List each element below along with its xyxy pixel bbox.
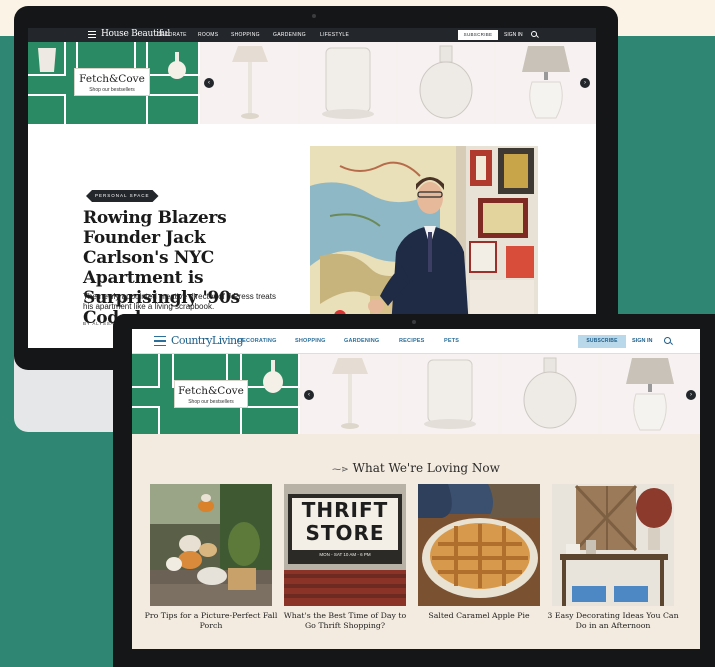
hamburger-menu-icon[interactable] xyxy=(154,336,166,346)
cl-nav-decorating[interactable]: DECORATING xyxy=(238,338,277,344)
country-living-page: CountryLiving DECORATING SHOPPING GARDEN… xyxy=(132,329,700,649)
cl-nav-pets[interactable]: PETS xyxy=(444,338,459,344)
hb-sign-in-link[interactable]: SIGN IN xyxy=(504,32,523,38)
search-icon[interactable] xyxy=(531,31,537,37)
story-card-title[interactable]: Salted Caramel Apple Pie xyxy=(412,611,546,621)
hamburger-menu-icon[interactable] xyxy=(88,31,96,38)
hb-ad-banner[interactable]: Fetch&Cove Shop our bestsellers ‹ › xyxy=(28,42,596,124)
cl-ad-banner[interactable]: Fetch&Cove Shop our bestsellers ‹ › xyxy=(132,354,700,434)
cl-top-nav: CountryLiving DECORATING SHOPPING GARDEN… xyxy=(132,329,700,354)
search-icon[interactable] xyxy=(664,337,671,344)
article-tag[interactable]: PERSONAL SPACE xyxy=(86,190,159,202)
ad-lamp-icon xyxy=(168,52,186,79)
cl-sign-in-link[interactable]: SIGN IN xyxy=(632,338,652,344)
thrift-sign-line2: STORE xyxy=(305,521,385,545)
story-card-title[interactable]: 3 Easy Decorating Ideas You Can Do in an… xyxy=(546,611,680,631)
laptop-camera xyxy=(412,320,416,324)
ad-brand-name: Fetch&Cove xyxy=(79,73,145,85)
hb-nav-rooms[interactable]: ROOMS xyxy=(198,32,218,38)
ad-lamp-icon xyxy=(263,360,283,393)
article-hero-photo xyxy=(310,146,538,342)
ad-product-jug[interactable] xyxy=(502,354,598,434)
ad-vase-icon xyxy=(38,48,56,72)
story-card-image[interactable] xyxy=(552,484,674,606)
hb-subscribe-button[interactable]: SUBSCRIBE xyxy=(458,30,498,40)
ad-product-lamp[interactable] xyxy=(302,354,398,434)
ad-tagline: Shop our bestsellers xyxy=(188,399,234,405)
section-title: ⁓⋗ What We're Loving Now xyxy=(132,461,700,475)
story-card-image[interactable]: THRIFT STORE MON - SAT 10 AM - 6 PM xyxy=(284,484,406,606)
carousel-next-arrow-icon[interactable]: › xyxy=(686,390,696,400)
carousel-prev-arrow-icon[interactable]: ‹ xyxy=(304,390,314,400)
section-title-text: What We're Loving Now xyxy=(352,461,500,475)
story-card-image[interactable] xyxy=(418,484,540,606)
thrift-sign-line1: THRIFT xyxy=(301,498,389,522)
hb-top-nav: House Beautiful DECORATE ROOMS SHOPPING … xyxy=(28,28,596,42)
article-deck: The newly appointed creative director of… xyxy=(83,292,276,311)
carousel-next-arrow-icon[interactable]: › xyxy=(580,78,590,88)
cl-nav-shopping[interactable]: SHOPPING xyxy=(295,338,326,344)
ad-product-hurricane[interactable] xyxy=(402,354,498,434)
hb-nav-gardening[interactable]: GARDENING xyxy=(273,32,306,38)
carousel-prev-arrow-icon[interactable]: ‹ xyxy=(204,78,214,88)
cl-logo[interactable]: CountryLiving xyxy=(171,334,244,347)
ad-tagline: Shop our bestsellers xyxy=(89,87,135,93)
ad-grid-cell xyxy=(132,354,160,388)
story-card-title[interactable]: What's the Best Time of Day to Go Thrift… xyxy=(278,611,412,631)
monitor-camera xyxy=(312,14,316,18)
cl-nav-recipes[interactable]: RECIPES xyxy=(399,338,425,344)
hb-nav-shopping[interactable]: SHOPPING xyxy=(231,32,260,38)
ad-brand-box[interactable]: Fetch&Cove Shop our bestsellers xyxy=(174,380,248,408)
thrift-sign-hours: MON - SAT 10 AM - 6 PM xyxy=(319,552,371,557)
ad-product-hurricane[interactable] xyxy=(300,42,396,124)
cl-subscribe-button[interactable]: SUBSCRIBE xyxy=(578,335,626,348)
cl-nav-gardening[interactable]: GARDENING xyxy=(344,338,379,344)
ad-brand-box[interactable]: Fetch&Cove Shop our bestsellers xyxy=(74,68,150,96)
ad-grid-cell xyxy=(146,94,200,124)
sprig-icon: ⁓⋗ xyxy=(332,465,349,475)
ad-green-panel: Fetch&Cove Shop our bestsellers xyxy=(132,354,300,434)
story-card-image[interactable] xyxy=(150,484,272,606)
ad-product-lamp[interactable] xyxy=(202,42,298,124)
story-card-title[interactable]: Pro Tips for a Picture-Perfect Fall Porc… xyxy=(144,611,278,631)
house-beautiful-page: House Beautiful DECORATE ROOMS SHOPPING … xyxy=(28,28,596,348)
ad-grid-cell xyxy=(28,94,66,124)
hb-nav-lifestyle[interactable]: LIFESTYLE xyxy=(320,32,349,38)
ad-green-panel: Fetch&Cove Shop our bestsellers xyxy=(28,42,200,124)
article-byline: BY ALYSSA xyxy=(83,321,115,326)
ad-product-jug[interactable] xyxy=(398,42,494,124)
ad-brand-name: Fetch&Cove xyxy=(178,385,244,397)
ad-grid-cell xyxy=(132,406,160,434)
hb-nav-decorate[interactable]: DECORATE xyxy=(157,32,187,38)
ad-grid-cell xyxy=(240,406,300,434)
